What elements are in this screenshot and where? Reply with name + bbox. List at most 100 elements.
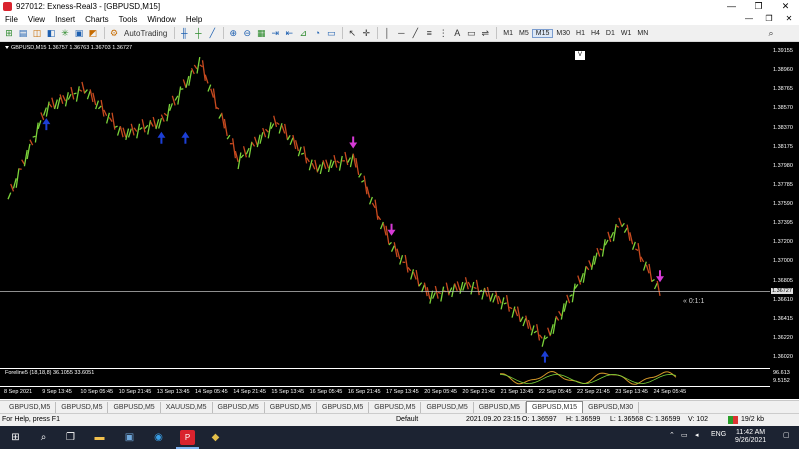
chart-shift-icon[interactable]: ⇥ <box>269 27 281 40</box>
tab-xauusd-m5[interactable]: XAUUSD,M5 <box>161 401 213 413</box>
chart-menu-icon[interactable] <box>5 46 9 50</box>
tab-gbpusd-m5[interactable]: GBPUSD,M5 <box>369 401 422 413</box>
timeframe-m30[interactable]: M30 <box>553 30 573 37</box>
zoom-out-icon[interactable]: ⊖ <box>241 27 253 40</box>
windows-start-icon[interactable]: ⊞ <box>8 430 23 445</box>
crosshair-icon[interactable]: ✛ <box>360 27 372 40</box>
tile-windows-icon[interactable]: ▦ <box>255 27 267 40</box>
tab-gbpusd-m5[interactable]: GBPUSD,M5 <box>421 401 474 413</box>
price-segment <box>163 112 168 117</box>
notifications-icon[interactable]: ▢ <box>783 431 790 439</box>
timeframe-d1[interactable]: D1 <box>603 30 618 37</box>
timeframe-m1[interactable]: M1 <box>500 30 516 37</box>
bar-chart-icon[interactable]: ╫ <box>178 27 190 40</box>
close-icon[interactable]: ✕ <box>772 0 799 13</box>
tab-gbpusd-m5[interactable]: GBPUSD,M5 <box>213 401 265 413</box>
autoscroll-icon[interactable]: ⇤ <box>283 27 295 40</box>
app-icon[interactable]: ◆ <box>208 430 223 445</box>
data-window-icon[interactable]: ◧ <box>45 27 57 40</box>
price-segment <box>610 231 615 239</box>
taskbar-clock[interactable]: 11:42 AM 9/26/2021 <box>735 429 766 445</box>
time-tick-label: 16 Sep 05:45 <box>309 389 343 395</box>
tab-gbpusd-m5[interactable]: GBPUSD,M5 <box>56 401 109 413</box>
line-chart-icon[interactable]: ╱ <box>206 27 218 40</box>
search-icon[interactable]: ⌕ <box>36 430 51 445</box>
time-axis[interactable]: 8 Sep 2021 9 Sep 13:45 10 Sep 05:45 10 Sep … <box>0 386 770 399</box>
price-segment <box>653 282 658 290</box>
tab-gbpusd-m15[interactable]: GBPUSD,M15 <box>525 401 584 413</box>
volume-icon[interactable]: ◂ <box>695 431 699 439</box>
price-segment <box>415 269 420 287</box>
menu-charts[interactable]: Charts <box>80 15 114 24</box>
cursor-icon[interactable]: ↖ <box>346 27 358 40</box>
chart-close-icon[interactable]: ✕ <box>779 13 799 25</box>
price-axis[interactable]: 1.39155 1.38960 1.38765 1.38570 1.38370 1.381… <box>770 42 799 399</box>
edge-icon[interactable]: ◉ <box>151 430 166 445</box>
tab-gbpusd-m30[interactable]: GBPUSD,M30 <box>583 401 640 413</box>
market-watch-icon[interactable]: ◫ <box>31 27 43 40</box>
candlestick-icon[interactable]: ┼ <box>192 27 204 40</box>
chart-minimize-icon[interactable]: — <box>739 13 759 25</box>
timeframe-h1[interactable]: H1 <box>573 30 588 37</box>
chart-window[interactable]: GBPUSD,M15 1.36757 1.36763 1.36703 1.367… <box>0 42 799 399</box>
label-icon[interactable]: ▭ <box>465 27 477 40</box>
buy-signal-arrow <box>42 118 51 131</box>
menu-view[interactable]: View <box>23 15 50 24</box>
chevron-up-icon[interactable]: ⌃ <box>669 431 675 439</box>
menu-window[interactable]: Window <box>142 15 180 24</box>
periods-icon[interactable]: ◔ <box>311 27 323 40</box>
status-profile[interactable]: Default <box>396 416 418 423</box>
price-chart[interactable] <box>0 42 770 386</box>
price-segment <box>311 162 316 170</box>
indicator-window-separator[interactable] <box>0 368 770 369</box>
language-indicator[interactable]: ENG <box>711 431 726 438</box>
templates-icon[interactable]: ▭ <box>325 27 337 40</box>
zoom-in-icon[interactable]: ⊕ <box>227 27 239 40</box>
fibonacci-icon[interactable]: ⋮ <box>437 27 449 40</box>
price-segment <box>322 160 327 170</box>
chart-restore-icon[interactable]: ❐ <box>759 13 779 25</box>
timeframe-m5[interactable]: M5 <box>516 30 532 37</box>
arrows-icon[interactable]: ⇌ <box>479 27 491 40</box>
menu-insert[interactable]: Insert <box>50 15 80 24</box>
timeframe-w1[interactable]: W1 <box>618 30 635 37</box>
navigator-icon[interactable]: ✳ <box>59 27 71 40</box>
menu-tools[interactable]: Tools <box>114 15 143 24</box>
mt4-app-icon[interactable]: P <box>176 430 199 449</box>
channel-icon[interactable]: ≡ <box>423 27 435 40</box>
network-icon[interactable]: ▭ <box>681 431 688 439</box>
menu-file[interactable]: File <box>0 15 23 24</box>
timeframe-mn[interactable]: MN <box>634 30 651 37</box>
tab-gbpusd-m5[interactable]: GBPUSD,M5 <box>265 401 318 413</box>
price-segment <box>166 103 171 122</box>
profiles-icon[interactable]: ▤ <box>17 27 29 40</box>
terminal-icon[interactable]: ▣ <box>73 27 85 40</box>
trendline-icon[interactable]: ╱ <box>409 27 421 40</box>
store-icon[interactable]: ▣ <box>122 430 137 445</box>
tab-gbpusd-m5[interactable]: GBPUSD,M5 <box>4 401 57 413</box>
text-icon[interactable]: A <box>451 27 463 40</box>
new-chart-icon[interactable]: ⊞ <box>3 27 15 40</box>
restore-icon[interactable]: ❐ <box>745 0 772 13</box>
tab-gbpusd-m5[interactable]: GBPUSD,M5 <box>108 401 161 413</box>
timeframe-m15[interactable]: M15 <box>531 28 554 38</box>
search-icon[interactable]: ⌕ <box>765 27 777 40</box>
price-tick-label: 1.37785 <box>773 181 793 188</box>
tester-icon[interactable]: ◩ <box>87 27 99 40</box>
vertical-line-icon[interactable]: │ <box>381 27 393 40</box>
file-explorer-icon[interactable]: ▬ <box>92 430 107 445</box>
minimize-icon[interactable]: — <box>718 0 745 13</box>
price-segment <box>445 282 450 296</box>
price-segment <box>437 291 442 295</box>
horizontal-line-icon[interactable]: ─ <box>395 27 407 40</box>
indicators-icon[interactable]: ⊿ <box>297 27 309 40</box>
price-segment <box>538 334 543 339</box>
timeframe-h4[interactable]: H4 <box>588 30 603 37</box>
task-view-icon[interactable]: ❐ <box>63 430 78 445</box>
menu-help[interactable]: Help <box>181 15 207 24</box>
tab-gbpusd-m5[interactable]: GBPUSD,M5 <box>474 401 526 413</box>
autotrading-button[interactable]: AutoTrading <box>122 27 169 40</box>
price-segment <box>618 217 623 227</box>
tab-gbpusd-m5[interactable]: GBPUSD,M5 <box>317 401 370 413</box>
one-click-trading-button[interactable]: V <box>575 51 585 60</box>
